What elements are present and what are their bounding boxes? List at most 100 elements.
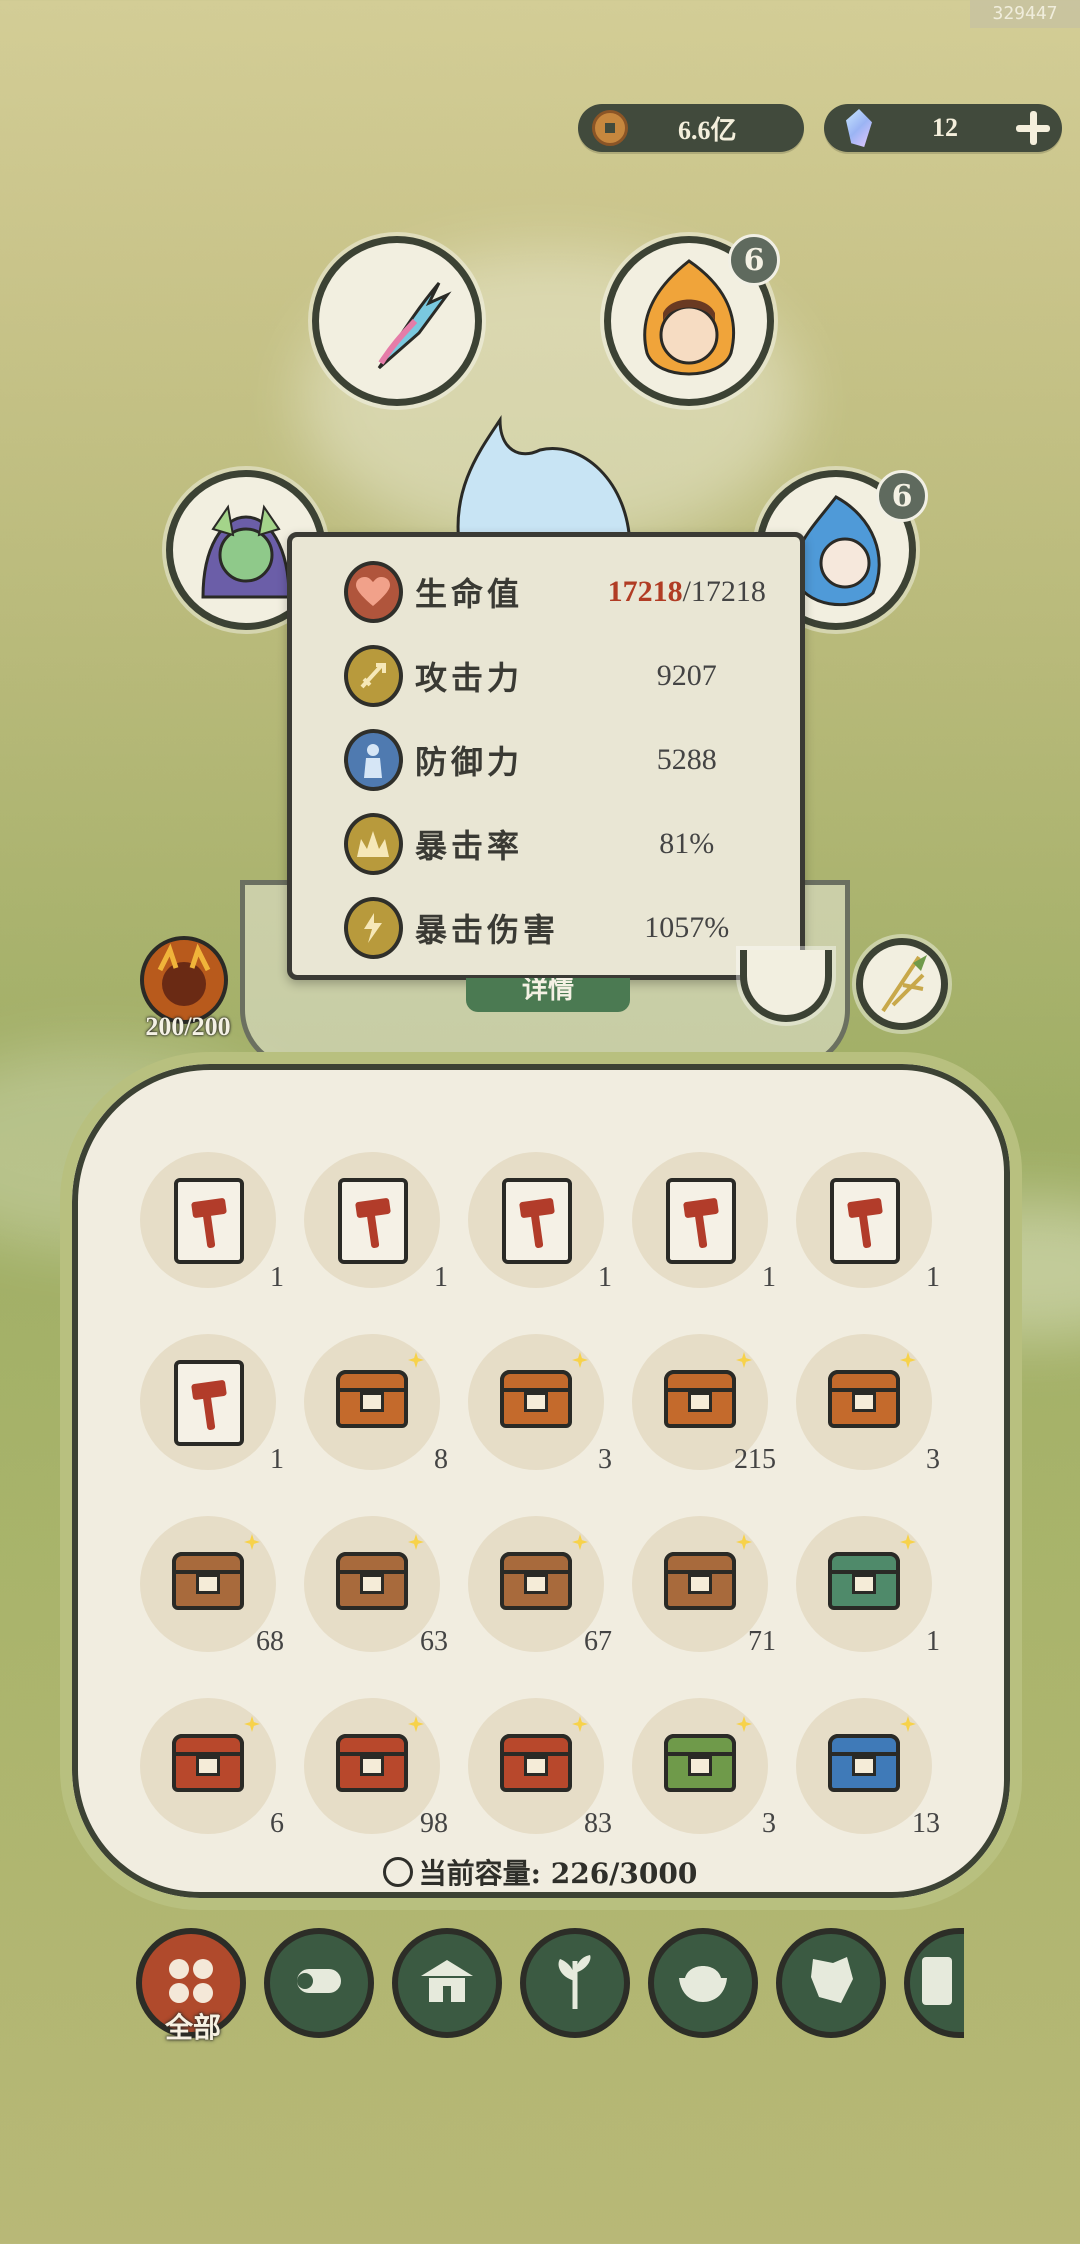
category-tab-ore[interactable] <box>776 1928 886 2038</box>
item-count: 1 <box>926 1262 940 1293</box>
inventory-slot[interactable]: 3 <box>468 1334 612 1475</box>
hammer-card-icon <box>174 1360 244 1446</box>
stat-row-defense: 防御力 5288 <box>292 725 800 795</box>
green-chest-icon <box>828 1552 900 1610</box>
category-tab-herb[interactable] <box>520 1928 630 2038</box>
capacity-label: 当前容量: 226/3000 <box>0 1852 1080 1892</box>
orange-chest-icon <box>828 1370 900 1428</box>
inventory-slot[interactable]: 3 <box>632 1698 776 1839</box>
orange-chest-icon <box>500 1370 572 1428</box>
sword-icon <box>344 645 403 707</box>
rice-bowl-icon <box>673 1956 733 2010</box>
stamina-icon[interactable] <box>140 936 228 1024</box>
hammer-card-icon <box>338 1178 408 1264</box>
stat-value: 81% <box>659 827 715 860</box>
gem-amount: 12 <box>932 113 958 142</box>
stats-popup: 生命值 17218/17218 攻击力 9207 防御力 5288 暴击率 81… <box>287 532 805 980</box>
orange-chest-icon <box>664 1370 736 1428</box>
stat-label: 防御力 <box>414 743 523 781</box>
coin-icon <box>592 110 628 146</box>
brown-chest-icon <box>500 1552 572 1610</box>
bamboo-chest-icon <box>664 1734 736 1792</box>
category-label-all: 全部 <box>164 2011 221 2044</box>
red-chest-icon <box>500 1734 572 1792</box>
inventory-slot[interactable]: 1 <box>140 1334 284 1475</box>
item-count: 1 <box>434 1262 448 1293</box>
heart-icon <box>344 561 403 623</box>
category-tab-rice-bowl[interactable] <box>648 1928 758 2038</box>
item-count: 83 <box>584 1808 612 1839</box>
stat-label: 暴击伤害 <box>414 911 559 949</box>
inventory-slot[interactable]: 1 <box>468 1152 612 1293</box>
crit-damage-icon <box>344 897 403 959</box>
inventory-slot[interactable]: 215 <box>632 1334 776 1475</box>
stat-value: 9207 <box>656 659 717 692</box>
item-count: 1 <box>926 1626 940 1657</box>
brown-chest-icon <box>172 1552 244 1610</box>
herb-icon <box>550 1951 600 2015</box>
item-count: 3 <box>762 1808 776 1839</box>
brown-chest-icon <box>664 1552 736 1610</box>
level-badge: 6 <box>876 470 928 522</box>
inventory-slot[interactable]: 13 <box>796 1698 940 1839</box>
detail-button-label: 详情 <box>521 978 574 1005</box>
inventory-slot[interactable]: 1 <box>796 1152 940 1293</box>
item-count: 68 <box>256 1626 284 1657</box>
inventory-slot[interactable]: 8 <box>304 1334 448 1475</box>
item-count: 67 <box>584 1626 612 1657</box>
spear-icon <box>377 282 452 370</box>
item-count: 63 <box>420 1626 448 1657</box>
inventory-slot[interactable]: 3 <box>796 1334 940 1475</box>
inventory-slot[interactable]: 98 <box>304 1698 448 1839</box>
hammer-card-icon <box>502 1178 572 1264</box>
stat-row-attack: 攻击力 9207 <box>292 641 800 711</box>
hammer-card-icon <box>174 1178 244 1264</box>
stat-row-crit-damage: 暴击伤害 1057% <box>292 893 800 963</box>
stat-row-crit-rate: 暴击率 81% <box>292 809 800 879</box>
stat-label: 攻击力 <box>414 659 523 697</box>
coin-counter[interactable]: 6.6亿 <box>578 104 804 152</box>
stat-value: 17218/17218 <box>607 575 766 608</box>
inventory-slot[interactable]: 83 <box>468 1698 612 1839</box>
level-badge: 6 <box>728 234 780 286</box>
gem-counter: 12 <box>824 104 1062 152</box>
hammer-card-icon <box>666 1178 736 1264</box>
item-count: 98 <box>420 1808 448 1839</box>
item-count: 215 <box>734 1444 776 1475</box>
item-count: 1 <box>762 1262 776 1293</box>
detail-button[interactable]: 详情 <box>466 978 630 1012</box>
category-tab-house[interactable] <box>392 1928 502 2038</box>
stat-label: 生命值 <box>414 575 523 613</box>
item-count: 1 <box>270 1444 284 1475</box>
inventory-slot[interactable]: 1 <box>796 1516 940 1657</box>
category-tab-scroll[interactable] <box>904 1928 964 2038</box>
wood-icon <box>289 1961 349 2005</box>
inventory-slot[interactable]: 68 <box>140 1516 284 1657</box>
orange-chest-icon <box>336 1370 408 1428</box>
bamboo-slot[interactable] <box>856 938 948 1030</box>
inventory-slot[interactable]: 1 <box>140 1152 284 1293</box>
house-icon <box>417 1956 477 2010</box>
inventory-slot[interactable]: 1 <box>304 1152 448 1293</box>
inventory-slot[interactable]: 67 <box>468 1516 612 1657</box>
stat-row-hp: 生命值 17218/17218 <box>292 557 800 627</box>
add-gems-button[interactable] <box>1014 109 1052 147</box>
weapon-slot[interactable] <box>312 236 482 406</box>
inventory-slot[interactable]: 6 <box>140 1698 284 1839</box>
stat-label: 暴击率 <box>414 827 523 865</box>
stat-value: 1057% <box>644 911 730 944</box>
bamboo-icon <box>881 955 927 1013</box>
inventory-slot[interactable]: 63 <box>304 1516 448 1657</box>
item-count: 8 <box>434 1444 448 1475</box>
inventory-slot[interactable]: 71 <box>632 1516 776 1657</box>
category-tab-wood[interactable] <box>264 1928 374 2038</box>
stat-value: 5288 <box>656 743 717 776</box>
item-count: 3 <box>598 1444 612 1475</box>
inventory-slot[interactable]: 1 <box>632 1152 776 1293</box>
brown-chest-icon <box>336 1552 408 1610</box>
crit-rate-icon <box>344 813 403 875</box>
item-count: 1 <box>270 1262 284 1293</box>
stamina-value: 200/200 <box>145 1012 231 1041</box>
gem-icon <box>846 109 872 147</box>
item-count: 1 <box>598 1262 612 1293</box>
